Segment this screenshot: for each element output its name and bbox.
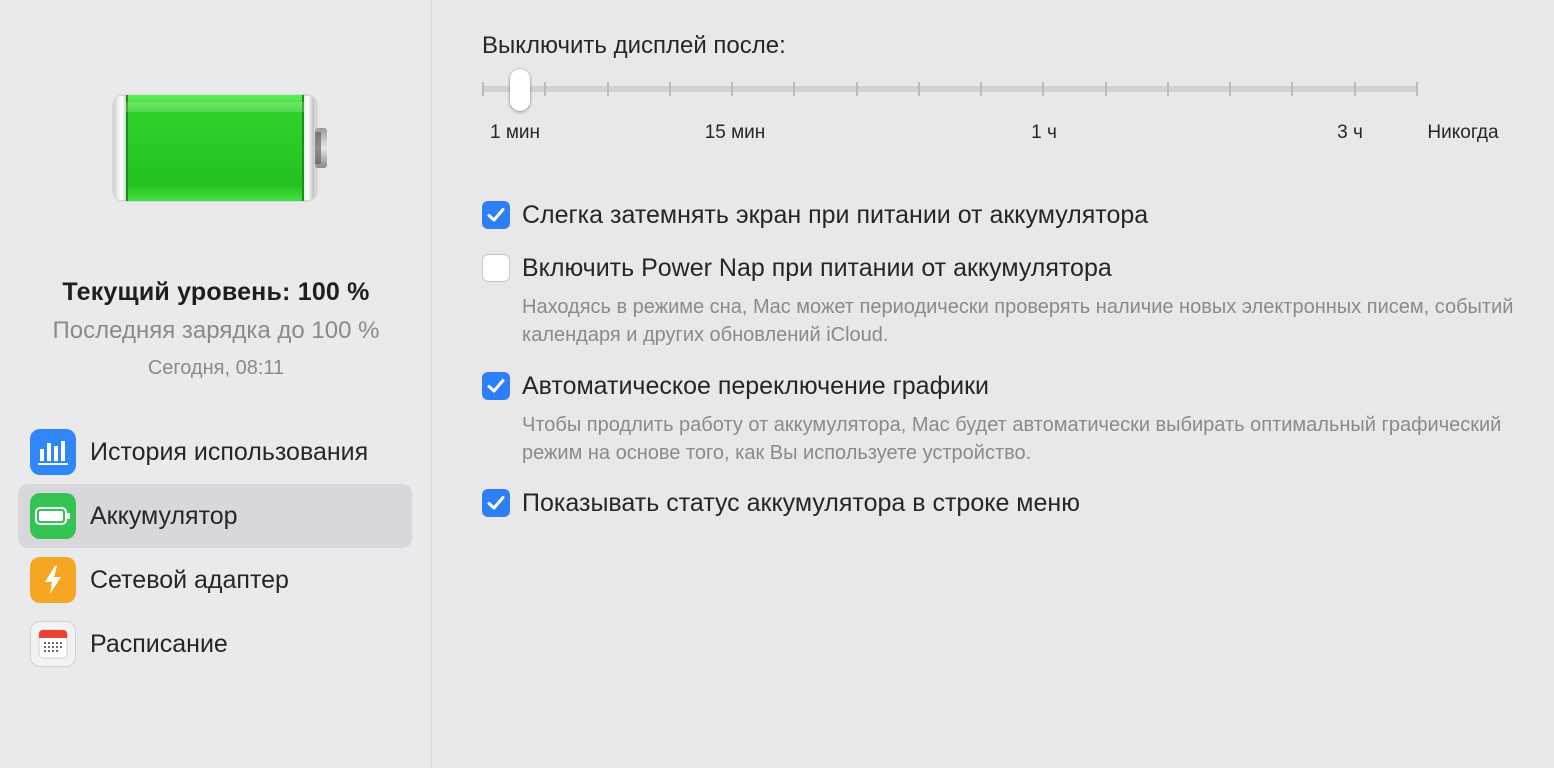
- battery-preferences-window: Текущий уровень: 100 % Последняя зарядка…: [0, 0, 1554, 768]
- auto-graphics-label[interactable]: Автоматическое переключение графики: [522, 372, 989, 401]
- sidebar-nav: История использования Аккумулятор Сетево…: [18, 420, 412, 676]
- sidebar: Текущий уровень: 100 % Последняя зарядка…: [0, 0, 432, 768]
- slider-tick: [1042, 82, 1045, 96]
- last-charge-time: Сегодня, 08:11: [147, 357, 285, 379]
- menu-bar-status-checkbox[interactable]: [482, 489, 510, 517]
- auto-graphics-description: Чтобы продлить работу от аккумулятора, M…: [522, 414, 1502, 464]
- option-power-nap: Включить Power Nap при питании от аккуму…: [482, 251, 1542, 349]
- power-nap-label[interactable]: Включить Power Nap при питании от аккуму…: [522, 254, 1112, 283]
- tick-label-never: Никогда: [1427, 122, 1499, 143]
- slider-tick: [1416, 82, 1418, 96]
- current-level-text: Текущий уровень: 100 %: [62, 278, 370, 306]
- slider-tick: [793, 82, 796, 96]
- slider-track[interactable]: [482, 86, 1418, 92]
- slider-tick: [482, 82, 484, 96]
- bar-chart-icon: [30, 429, 76, 475]
- sidebar-item-schedule[interactable]: Расписание: [18, 612, 412, 676]
- slider-tick: [1166, 82, 1169, 96]
- sidebar-item-label: Сетевой адаптер: [90, 565, 289, 594]
- slider-tick: [544, 82, 547, 96]
- battery-icon: [30, 493, 76, 539]
- sidebar-item-label: Аккумулятор: [90, 501, 238, 530]
- battery-level-icon: [112, 94, 327, 202]
- display-off-slider[interactable]: [482, 66, 1422, 111]
- slider-tick: [855, 82, 858, 96]
- tick-label-3-h: 3 ч: [1337, 122, 1363, 143]
- option-auto-graphics: Автоматическое переключение графики Чтоб…: [482, 369, 1542, 467]
- sidebar-item-label: Расписание: [90, 629, 228, 658]
- sidebar-item-usage-history[interactable]: История использования: [18, 420, 412, 484]
- sidebar-item-label: История использования: [90, 437, 369, 466]
- slider-tick: [1353, 82, 1356, 96]
- tick-label-1-min: 1 мин: [489, 122, 541, 143]
- slider-tick: [1229, 82, 1232, 96]
- auto-graphics-checkbox[interactable]: [482, 372, 510, 400]
- dim-screen-checkbox[interactable]: [482, 201, 510, 229]
- battery-status: Текущий уровень: 100 % Последняя зарядка…: [0, 278, 432, 380]
- slider-thumb[interactable]: [510, 69, 530, 111]
- lightning-icon: [30, 557, 76, 603]
- slider-tick: [1291, 82, 1294, 96]
- sidebar-item-power-adapter[interactable]: Сетевой адаптер: [18, 548, 412, 612]
- slider-tick: [668, 82, 671, 96]
- dim-screen-label[interactable]: Слегка затемнять экран при питании от ак…: [522, 201, 1148, 230]
- slider-tick: [606, 82, 609, 96]
- tick-label-1-h: 1 ч: [1031, 122, 1057, 143]
- option-dim-screen: Слегка затемнять экран при питании от ак…: [482, 198, 1542, 232]
- main-panel: Выключить дисплей после: 1 мин 15 мин 1 …: [432, 0, 1554, 768]
- power-nap-checkbox[interactable]: [482, 254, 510, 282]
- menu-bar-status-label[interactable]: Показывать статус аккумулятора в строке …: [522, 489, 1080, 518]
- calendar-icon: [30, 621, 76, 667]
- sidebar-item-battery[interactable]: Аккумулятор: [18, 484, 412, 548]
- slider-tick: [1104, 82, 1107, 96]
- power-nap-description: Находясь в режиме сна, Mac может периоди…: [522, 296, 1514, 346]
- display-off-title: Выключить дисплей после:: [482, 32, 786, 59]
- tick-label-15-min: 15 мин: [704, 122, 766, 143]
- last-charge-text: Последняя зарядка до 100 %: [52, 317, 380, 344]
- slider-tick-labels: 1 мин 15 мин 1 ч 3 ч Никогда: [432, 122, 1532, 148]
- slider-tick: [980, 82, 983, 96]
- option-menu-bar-status: Показывать статус аккумулятора в строке …: [482, 486, 1542, 520]
- slider-tick: [917, 82, 920, 96]
- slider-tick: [731, 82, 734, 96]
